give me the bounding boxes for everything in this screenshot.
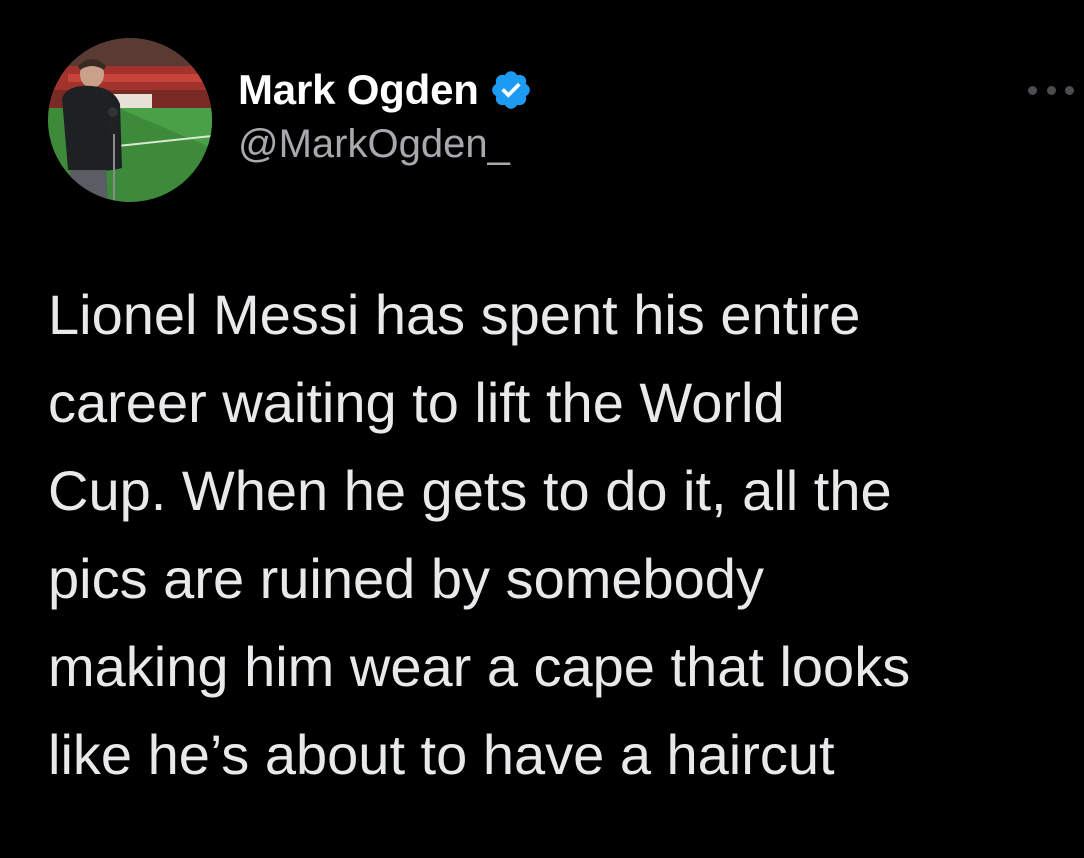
more-dot [1028, 85, 1037, 95]
tweet-text: Lionel Messi has spent his entire career… [48, 283, 911, 786]
author-name-row: Mark Ogden [238, 64, 533, 116]
more-options-icon[interactable] [1028, 78, 1074, 102]
more-dot [1046, 85, 1056, 95]
avatar-photo [48, 38, 212, 202]
author-handle[interactable]: @MarkOgden_ [238, 122, 510, 167]
more-dot [1065, 85, 1074, 95]
author-display-name[interactable]: Mark Ogden [238, 66, 479, 114]
tweet-card: Mark Ogden @MarkOgden_ Lionel Messi has … [0, 0, 1084, 858]
author-avatar[interactable] [48, 38, 212, 202]
verified-badge-icon[interactable] [489, 68, 533, 112]
